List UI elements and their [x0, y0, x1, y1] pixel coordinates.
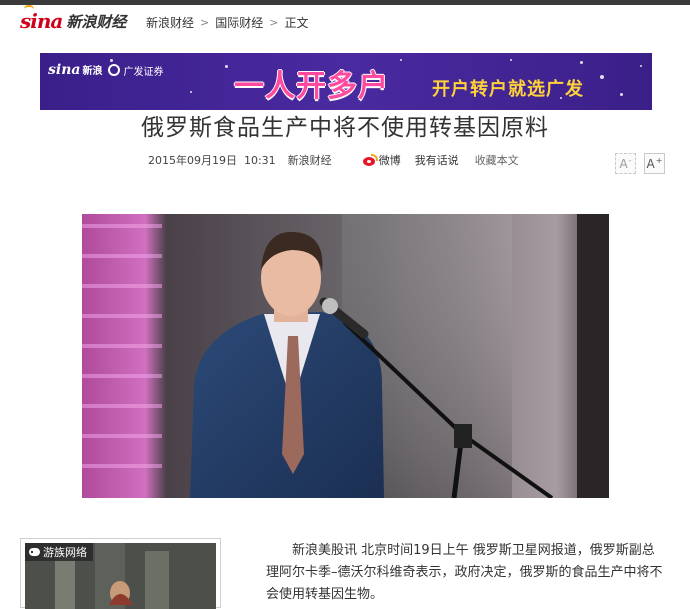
article-paragraph: 新浪美股讯 北京时间19日上午 俄罗斯卫星网报道，俄罗斯副总理阿尔卡季–德沃尔科… [266, 543, 663, 602]
font-decrease-button[interactable]: A- [615, 153, 636, 174]
banner-slogan: 开户转户就选广发 [432, 79, 584, 100]
breadcrumb-home[interactable]: 新浪财经 [146, 14, 194, 31]
comment-link[interactable]: 我有话说 [415, 152, 459, 168]
favorite-link[interactable]: 收藏本文 [475, 152, 519, 168]
article-photo [82, 214, 609, 498]
font-increase-button[interactable]: A+ [644, 153, 665, 174]
font-decrease-icon: A- [619, 156, 632, 171]
breadcrumb-separator: > [200, 16, 210, 29]
article-body: 新浪美股讯 北京时间19日上午 俄罗斯卫星网报道，俄罗斯副总理阿尔卡季–德沃尔科… [266, 540, 666, 606]
gamepad-icon [29, 548, 40, 556]
sidebar-ad-tag: 游族网络 [25, 543, 93, 561]
share-weibo-button[interactable]: 微博 [362, 152, 401, 168]
article-title: 俄罗斯食品生产中将不使用转基因原料 [141, 115, 549, 141]
breadcrumb-section[interactable]: 国际财经 [215, 14, 263, 31]
site-logo-name: 新浪财经 [66, 12, 127, 31]
breadcrumb-current: 正文 [284, 16, 309, 30]
weibo-icon [362, 154, 378, 166]
banner-partner-logo: 广发证券 [108, 63, 163, 78]
sidebar-ad[interactable]: 游族网络 [20, 538, 221, 609]
article-source[interactable]: 新浪财经 [288, 152, 332, 168]
breadcrumb: 新浪财经 > 国际财经 > 正文 [146, 14, 308, 31]
site-logo[interactable]: sina 新浪财经 [20, 5, 127, 34]
publish-datetime: 2015年09月19日 10:31 [148, 154, 276, 167]
sina-logo: sina [20, 5, 63, 33]
top-bar [0, 0, 690, 5]
breadcrumb-separator: > [269, 16, 279, 29]
font-increase-icon: A+ [646, 156, 663, 171]
banner-headline: 一人开多户 [234, 69, 389, 104]
banner-sina-logo: sina 新浪 [48, 62, 103, 78]
banner-ad[interactable]: sina 新浪 广发证券 一人开多户 开户转户就选广发 [40, 53, 652, 110]
article-meta: 2015年09月19日 10:31 新浪财经 微博 我有话说 收藏本文 [148, 152, 519, 168]
